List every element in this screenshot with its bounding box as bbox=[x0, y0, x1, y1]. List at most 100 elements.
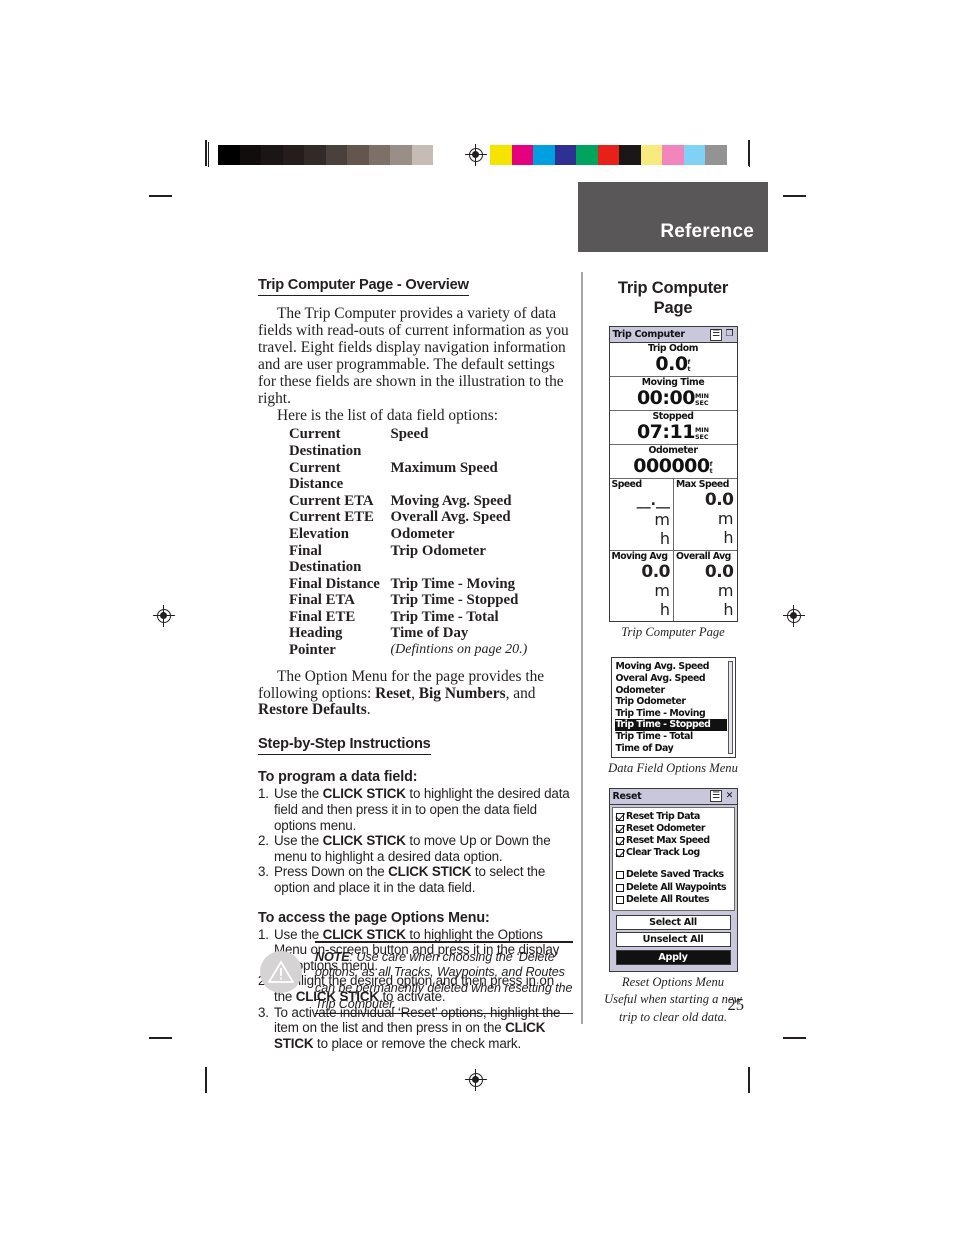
field-unit: mh bbox=[717, 581, 734, 619]
registration-mark-left bbox=[153, 605, 175, 627]
reset-dialog-buttons: Select All Unselect All Apply bbox=[610, 913, 737, 971]
field-value: 0.0 bbox=[704, 490, 734, 510]
gps-data-field[interactable]: Moving Avg 0.0 m h bbox=[610, 551, 674, 621]
menu-item[interactable]: Trip Time - Moving bbox=[615, 708, 735, 720]
registration-mark-top bbox=[465, 144, 487, 166]
field-value-row: 00:00 MIN SEC bbox=[610, 388, 737, 408]
gps-data-field[interactable]: Speed __.__ m h bbox=[610, 479, 674, 550]
color-swatch bbox=[683, 145, 705, 165]
field-label: Max Speed bbox=[676, 479, 729, 490]
field-value-row: 07:11 MIN SEC bbox=[610, 422, 737, 442]
gps-data-field[interactable]: Overall Avg 0.0 m h bbox=[673, 551, 737, 621]
checkbox-unchecked-icon[interactable] bbox=[615, 895, 624, 904]
menu-icon[interactable]: ☰ bbox=[710, 790, 722, 803]
close-icon[interactable]: ✕ bbox=[724, 790, 736, 802]
menu-item[interactable]: Odometer bbox=[615, 685, 735, 697]
option-row: Final ETA Trip Time - Stopped bbox=[258, 592, 558, 609]
scrollbar[interactable] bbox=[727, 661, 733, 755]
field-value: 00:00 bbox=[636, 387, 695, 409]
gps-data-field-row: Speed __.__ m h Max Speed 0.0 m h bbox=[609, 479, 737, 551]
dialog-button[interactable]: Unselect All bbox=[615, 931, 731, 947]
checkbox-checked-icon[interactable] bbox=[615, 849, 624, 858]
color-swatch bbox=[533, 145, 555, 165]
option-row: Final Destination Trip Odometer bbox=[258, 543, 558, 576]
instruction-step: 2. Use the CLICK STICK to move Up or Down… bbox=[258, 833, 551, 864]
checkbox-unchecked-icon[interactable] bbox=[615, 871, 624, 880]
menu-icon[interactable]: ☰ bbox=[710, 328, 722, 341]
column-divider bbox=[581, 272, 583, 1024]
dialog-button[interactable]: Apply bbox=[615, 949, 731, 965]
color-swatch bbox=[218, 145, 240, 165]
option-row: Final ETE Trip Time - Total bbox=[258, 609, 558, 626]
gps-data-field[interactable]: Odometer 000000 f t bbox=[609, 445, 737, 479]
dialog-button[interactable]: Select All bbox=[615, 914, 731, 930]
menu-item[interactable]: Trip Time - Stopped bbox=[614, 719, 727, 731]
note-label: NOTE bbox=[315, 949, 350, 964]
menu-item[interactable]: Moving Avg. Speed bbox=[615, 661, 735, 673]
data-field-options-list: Current Destination Speed Current Distance… bbox=[258, 426, 558, 658]
reset-checkbox-row[interactable]: Delete All Routes bbox=[615, 894, 732, 906]
menu-item[interactable]: Trip Time - Total bbox=[615, 731, 735, 743]
checkbox-label: Delete Saved Tracks bbox=[626, 869, 724, 881]
step-number: 3. bbox=[258, 864, 269, 880]
field-value-row: 0.0 m h bbox=[676, 490, 735, 548]
menu-item[interactable]: Time of Day bbox=[615, 743, 735, 755]
reset-checkbox-row[interactable]: Delete Saved Tracks bbox=[615, 869, 732, 881]
instruction-title: To access the page Options Menu: bbox=[258, 909, 490, 926]
colorbar-left-rule bbox=[208, 142, 209, 167]
menu-item[interactable]: Overal Avg. Speed bbox=[615, 673, 735, 685]
section-tab-label: Reference bbox=[660, 221, 754, 242]
reset-options-screenshot: Reset ☰ ✕ Reset Trip Data Reset Odometer R… bbox=[608, 787, 738, 972]
menu-item[interactable]: Trip Odometer bbox=[615, 696, 735, 708]
reset-checkbox-row[interactable]: Reset Odometer bbox=[615, 823, 732, 835]
option-label-col2: Trip Time - Total bbox=[390, 608, 499, 625]
warning-triangle-icon bbox=[260, 950, 302, 993]
field-value: 000000 bbox=[633, 455, 710, 477]
data-field-options-screenshot: Moving Avg. Speed Overal Avg. Speed Odomet… bbox=[610, 657, 736, 759]
option-label-col1: Final Distance bbox=[289, 575, 380, 592]
gps-data-field[interactable]: Max Speed 0.0 m h bbox=[673, 479, 737, 550]
click-stick-term: CLICK STICK bbox=[322, 786, 406, 802]
color-swatch bbox=[239, 145, 261, 165]
option-label-col1: Pointer bbox=[289, 642, 336, 659]
checkbox-checked-icon[interactable] bbox=[615, 837, 624, 846]
checkbox-checked-icon[interactable] bbox=[615, 812, 624, 821]
reset-checkbox-list: Reset Trip Data Reset Odometer Reset Max S… bbox=[611, 806, 735, 911]
field-unit: MIN SEC bbox=[694, 426, 710, 441]
reset-checkbox-row[interactable]: Delete All Waypoints bbox=[615, 882, 732, 894]
reset-checkbox-row[interactable]: Clear Track Log bbox=[615, 847, 732, 859]
gps-data-field[interactable]: Moving Time 00:00 MIN SEC bbox=[609, 377, 737, 411]
field-value: 0.0 bbox=[641, 562, 670, 582]
gps-data-field[interactable]: Stopped 07:11 MIN SEC bbox=[609, 411, 737, 445]
option-row: Elevation Odometer bbox=[258, 526, 558, 543]
step-number: 1. bbox=[258, 786, 269, 802]
step-number: 1. bbox=[258, 926, 269, 942]
option-label-col1: Elevation bbox=[289, 525, 350, 542]
section-heading: Trip Computer Page - Overview bbox=[258, 277, 469, 296]
instruction-step: 1. Use the CLICK STICK to highlight the d… bbox=[258, 786, 570, 833]
note-callout: NOTE: Use care when choosing the ‘Delete… bbox=[260, 941, 573, 1015]
crop-mark-bar-left bbox=[205, 140, 207, 166]
crop-mark-top-left bbox=[149, 195, 172, 197]
checkbox-label: Clear Track Log bbox=[626, 847, 700, 859]
trip-computer-caption: Trip Computer Page bbox=[621, 625, 725, 639]
color-swatch bbox=[619, 145, 641, 165]
grayscale-colorbar bbox=[218, 145, 455, 165]
option-label-col2: Speed bbox=[390, 426, 429, 443]
field-value: 0.0 bbox=[704, 562, 734, 582]
reset-checkbox-row[interactable]: Reset Trip Data bbox=[615, 811, 732, 823]
checkbox-checked-icon[interactable] bbox=[615, 824, 624, 833]
checkbox-unchecked-icon[interactable] bbox=[615, 883, 624, 892]
crop-mark-bar-bottom-left bbox=[205, 1067, 207, 1093]
sidebar-title-line2: Page bbox=[653, 299, 693, 317]
field-value: 0.0 bbox=[655, 353, 688, 375]
reset-checkbox-row[interactable]: Reset Max Speed bbox=[615, 834, 732, 847]
copy-icon[interactable]: ❐ bbox=[724, 329, 736, 341]
color-swatch bbox=[347, 145, 369, 165]
color-swatch bbox=[433, 145, 455, 165]
checkbox-label: Reset Max Speed bbox=[626, 834, 710, 846]
color-swatch bbox=[282, 145, 304, 165]
color-swatch bbox=[325, 145, 347, 165]
field-label: Overall Avg bbox=[676, 551, 731, 562]
gps-data-field[interactable]: Trip Odom 0.0 f t bbox=[609, 343, 737, 377]
